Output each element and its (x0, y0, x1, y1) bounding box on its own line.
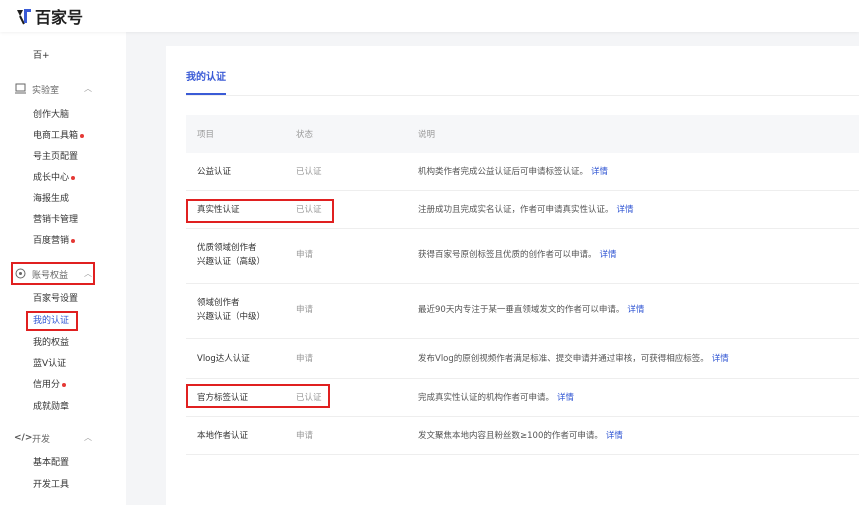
chevron-up-icon: ︿ (84, 84, 92, 93)
table-row: 公益认证 已认证 机构类作者完成公益认证后可申请标签认证。 详情 (186, 153, 859, 191)
sidebar-group-lab[interactable]: 实验室 ︿ (14, 82, 92, 96)
sidebar-item[interactable]: 成长中心 (33, 171, 76, 185)
row-status-apply[interactable]: 申请 (296, 303, 313, 317)
table-row: 优质领域创作者 兴趣认证（高级） 申请 获得百家号原创标签且优质的创作者可以申请… (186, 229, 859, 284)
table-row: 本地作者认证 申请 发文聚焦本地内容且粉丝数≥100的作者可申请。 详情 (186, 417, 859, 455)
chevron-up-icon: ︿ (84, 433, 92, 442)
baijiahao-logo[interactable]: 百家号 (16, 5, 83, 27)
sidebar-item[interactable]: 号主页配置 (33, 150, 78, 164)
table-row: 领域创作者 兴趣认证（中级） 申请 最近90天内专注于某一垂直领域发文的作者可以… (186, 284, 859, 339)
detail-link[interactable]: 详情 (606, 431, 623, 441)
row-name: 公益认证 (197, 167, 232, 177)
row-description: 注册成功且完成实名认证，作者可申请真实性认证。 详情 (418, 205, 634, 215)
notification-dot (62, 382, 67, 387)
detail-link[interactable]: 详情 (617, 205, 634, 215)
code-icon: </> (14, 433, 33, 443)
row-description: 发布Vlog的原创视频作者满足标准、提交申请并通过审核，可获得相应标签。 详情 (418, 354, 729, 364)
divider (186, 95, 859, 96)
column-header-status: 状态 (296, 130, 314, 140)
row-description: 发文聚焦本地内容且粉丝数≥100的作者可申请。 详情 (418, 431, 623, 441)
detail-link[interactable]: 详情 (591, 167, 608, 177)
sidebar-item[interactable]: 开发工具 (33, 478, 69, 492)
main-panel: 我的认证 项目 状态 说明 公益认证 已认证 机构类作者完成公益认证后可申请标签… (166, 46, 859, 505)
row-status: 已认证 (296, 167, 322, 177)
detail-link[interactable]: 详情 (557, 393, 574, 403)
highlight-box (26, 311, 78, 331)
sidebar-item[interactable]: 百家号设置 (33, 292, 78, 306)
sidebar-item[interactable]: 创作大脑 (33, 108, 69, 122)
notification-dot (80, 133, 85, 138)
sidebar-item[interactable]: 基本配置 (33, 456, 69, 470)
notification-dot (71, 175, 76, 180)
row-status-apply[interactable]: 申请 (296, 352, 313, 366)
sidebar-item[interactable]: 海报生成 (33, 192, 69, 206)
row-name: 本地作者认证 (197, 431, 249, 441)
top-bar: 百家号 (0, 0, 859, 32)
sidebar-item[interactable]: 我的权益 (33, 336, 69, 350)
row-name: 优质领域创作者 兴趣认证（高级） (197, 243, 266, 267)
row-name: Vlog达人认证 (197, 354, 250, 364)
logo-icon (17, 9, 31, 25)
sidebar: 百+ 实验室 ︿ 创作大脑 电商工具箱 号主页配置 成长中心 海报生成 营销卡管… (0, 32, 126, 505)
sidebar-item[interactable]: 成就勋章 (33, 400, 69, 414)
sidebar-item[interactable]: 信用分 (33, 378, 67, 392)
highlight-box (11, 262, 95, 285)
highlight-box (186, 199, 334, 223)
table-row: Vlog达人认证 申请 发布Vlog的原创视频作者满足标准、提交申请并通过审核，… (186, 339, 859, 379)
column-header-item: 项目 (197, 130, 215, 140)
sidebar-group-label: 实验室 (32, 85, 60, 96)
row-status-apply[interactable]: 申请 (296, 248, 313, 262)
page-title[interactable]: 我的认证 (186, 68, 226, 83)
detail-link[interactable]: 详情 (627, 305, 644, 315)
row-name: 领域创作者 兴趣认证（中级） (197, 298, 266, 322)
row-description: 获得百家号原创标签且优质的创作者可以申请。 详情 (418, 250, 617, 260)
row-description: 机构类作者完成公益认证后可申请标签认证。 详情 (418, 167, 609, 177)
sidebar-item[interactable]: 百度营销 (33, 234, 76, 248)
row-status-apply[interactable]: 申请 (296, 429, 313, 443)
sidebar-item[interactable]: 蓝V认证 (33, 357, 66, 371)
row-description: 最近90天内专注于某一垂直领域发文的作者可以申请。 详情 (418, 305, 645, 315)
sidebar-item[interactable]: 营销卡管理 (33, 213, 78, 227)
sidebar-item[interactable]: 电商工具箱 (33, 129, 85, 143)
row-description: 完成真实性认证的机构作者可申请。 详情 (418, 393, 575, 403)
lab-icon (14, 83, 26, 95)
sidebar-group-label: 开发 (32, 434, 51, 445)
sidebar-item-bai-plus[interactable]: 百+ (33, 49, 50, 63)
table-header: 项目 状态 说明 (186, 115, 859, 153)
detail-link[interactable]: 详情 (712, 354, 729, 364)
sidebar-group-develop[interactable]: </> 开发 ︿ (14, 431, 92, 445)
logo-text: 百家号 (35, 8, 84, 27)
detail-link[interactable]: 详情 (600, 250, 617, 260)
notification-dot (71, 238, 76, 243)
highlight-box (186, 384, 330, 408)
column-header-description: 说明 (418, 130, 436, 140)
